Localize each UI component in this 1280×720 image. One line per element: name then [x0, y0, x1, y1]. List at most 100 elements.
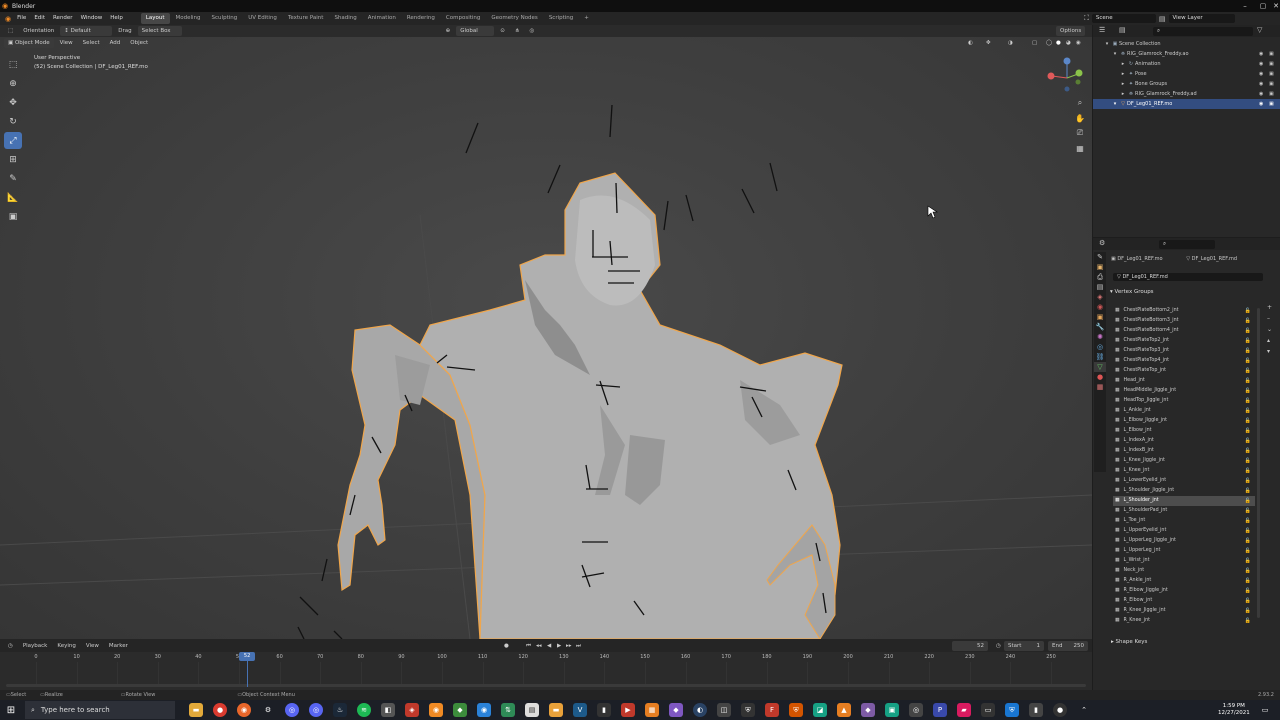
pivot-icon[interactable]: ⊙ [496, 26, 509, 36]
visual-studio-icon[interactable]: V [573, 703, 587, 717]
lock-icon[interactable]: 🔓 [1245, 306, 1251, 316]
vertex-group-item[interactable]: ▦ L_LowerEyelid_jnt 🔓 [1113, 476, 1255, 486]
ortho-grid-icon[interactable]: ▦ [1074, 142, 1086, 154]
outliner-row[interactable]: ▸ ✦ Pose ◉ ▣ [1093, 69, 1280, 79]
scene-tab-icon[interactable]: ◈ [1094, 292, 1106, 302]
app-round-icon[interactable]: ● [1053, 703, 1067, 717]
taskbar-clock[interactable]: 1:59 PM 12/27/2021 [1218, 703, 1250, 717]
properties-search-input[interactable]: ⌕ [1159, 239, 1215, 249]
visibility-eye-icon[interactable]: ◉ [1259, 99, 1263, 109]
options-dropdown[interactable]: Options [1056, 26, 1086, 36]
menu-object[interactable]: Object [126, 38, 152, 48]
timeline-editor-icon[interactable]: ◷ [4, 641, 17, 651]
visibility-eye-icon[interactable]: ◉ [1259, 79, 1263, 89]
world-tab-icon[interactable]: ◉ [1094, 302, 1106, 312]
vertex-group-item[interactable]: ▦ L_UpperEyelid_jnt 🔓 [1113, 526, 1255, 536]
app-monitor-icon[interactable]: ▭ [981, 703, 995, 717]
render-camera-icon[interactable]: ▣ [1269, 49, 1274, 59]
vertex-group-scrollbar[interactable] [1257, 308, 1260, 618]
tab-rendering[interactable]: Rendering [402, 13, 440, 24]
lock-icon[interactable]: 🔓 [1245, 426, 1251, 436]
expand-toggle-icon[interactable]: ▸ [1119, 69, 1127, 79]
outliner-search-input[interactable]: ⌕ [1153, 26, 1253, 36]
cursor-tool-icon[interactable]: ⬚ [4, 26, 17, 36]
tab-scripting[interactable]: Scripting [544, 13, 578, 24]
vertex-group-item[interactable]: ▦ L_UpperLeg_jnt 🔓 [1113, 546, 1255, 556]
vertex-group-item[interactable]: ▦ Neck_jnt 🔓 [1113, 566, 1255, 576]
vertex-group-item[interactable]: ▦ L_Shoulder_Jiggle_jnt 🔓 [1113, 486, 1255, 496]
zoom-icon[interactable]: ⌕ [1074, 97, 1086, 109]
menu-render[interactable]: Render [49, 12, 77, 25]
chat-app-icon[interactable]: ◎ [309, 703, 323, 717]
app-ring-icon[interactable]: ◎ [909, 703, 923, 717]
shape-keys-panel-title[interactable]: ▸ Shape Keys [1111, 639, 1147, 645]
outliner-editor-icon[interactable]: ☰ [1099, 26, 1105, 34]
lock-icon[interactable]: 🔓 [1245, 546, 1251, 556]
lock-icon[interactable]: 🔓 [1245, 496, 1251, 506]
lock-icon[interactable]: 🔓 [1245, 576, 1251, 586]
render-camera-icon[interactable]: ▣ [1269, 59, 1274, 69]
output-tab-icon[interactable]: ⎙ [1094, 272, 1106, 282]
vertex-group-item[interactable]: ▦ L_Elbow_jnt 🔓 [1113, 426, 1255, 436]
vertex-group-item[interactable]: ▦ R_Elbow_jnt 🔓 [1113, 596, 1255, 606]
xray-icon[interactable]: ▢ [1028, 38, 1041, 48]
lock-icon[interactable]: 🔓 [1245, 396, 1251, 406]
orientation-dropdown[interactable]: ↕ Default [60, 26, 113, 36]
timeline-menu-keying[interactable]: Keying [53, 641, 79, 651]
app-red-icon[interactable]: ● [213, 703, 227, 717]
app-violet-icon[interactable]: ◆ [861, 703, 875, 717]
app-dark-icon[interactable]: ◫ [717, 703, 731, 717]
app-teal-square-icon[interactable]: ▣ [885, 703, 899, 717]
spotify-icon[interactable]: ≋ [357, 703, 371, 717]
vertex-group-item[interactable]: ▦ L_ShoulderPad_jnt 🔓 [1113, 506, 1255, 516]
lock-icon[interactable]: 🔓 [1245, 606, 1251, 616]
lock-icon[interactable]: 🔓 [1245, 466, 1251, 476]
lock-icon[interactable]: 🔓 [1245, 486, 1251, 496]
app-gray-icon[interactable]: ◧ [381, 703, 395, 717]
lock-icon[interactable]: 🔓 [1245, 566, 1251, 576]
expand-toggle-icon[interactable]: ▾ [1111, 99, 1119, 109]
settings-icon[interactable]: ⚙ [261, 703, 275, 717]
rendered-shading-icon[interactable]: ◉ [1072, 38, 1085, 48]
tab-sculpting[interactable]: Sculpting [207, 13, 243, 24]
current-frame-field[interactable]: 52 [952, 640, 988, 651]
vertex-group-item[interactable]: ▦ L_Knee_Jiggle_jnt 🔓 [1113, 456, 1255, 466]
lock-icon[interactable]: 🔓 [1245, 436, 1251, 446]
lock-icon[interactable]: 🔓 [1245, 616, 1251, 626]
object-tab-icon[interactable]: ▣ [1094, 312, 1106, 322]
menu-view[interactable]: View [56, 38, 77, 48]
material-tab-icon[interactable]: ● [1094, 372, 1106, 382]
add-vertex-group-icon[interactable]: + [1267, 304, 1272, 311]
render-tab-icon[interactable]: ▣ [1094, 262, 1106, 272]
expand-toggle-icon[interactable]: ▾ [1111, 49, 1119, 59]
outliner-row[interactable]: ▾ ▣ Scene Collection [1093, 39, 1280, 49]
timeline-menu-playback[interactable]: Playback [19, 641, 52, 651]
outliner-row[interactable]: ▾ ⛯ RIG_Glamrock_Freddy.ao ◉ ▣ [1093, 49, 1280, 59]
vertex-group-item[interactable]: ▦ ChestPlateBottom3_jnt 🔓 [1113, 316, 1255, 326]
lock-icon[interactable]: 🔓 [1245, 336, 1251, 346]
outliner-row[interactable]: ▸ ↻ Animation ◉ ▣ [1093, 59, 1280, 69]
vertex-group-item[interactable]: ▦ R_Ankle_jnt 🔓 [1113, 576, 1255, 586]
display-mode-icon[interactable]: ▤ [1119, 26, 1126, 34]
stopwatch-icon[interactable]: ◷ [992, 641, 1005, 651]
lock-icon[interactable]: 🔓 [1245, 356, 1251, 366]
select-box-icon[interactable]: ⬚ [4, 56, 22, 73]
archive-icon[interactable]: ▦ [645, 703, 659, 717]
tab-geometry-nodes[interactable]: Geometry Nodes [486, 13, 542, 24]
vertex-group-item[interactable]: ▦ L_Toe_jnt 🔓 [1113, 516, 1255, 526]
timeline-menu-marker[interactable]: Marker [105, 641, 132, 651]
lock-icon[interactable]: 🔓 [1245, 316, 1251, 326]
vertex-group-item[interactable]: ▦ L_IndexB_jnt 🔓 [1113, 446, 1255, 456]
vertex-group-item[interactable]: ▦ L_Shoulder_jnt 🔓 [1113, 496, 1255, 506]
vertex-group-item[interactable]: ▦ L_IndexA_jnt 🔓 [1113, 436, 1255, 446]
drag-dropdown[interactable]: Select Box [137, 26, 182, 36]
outliner-row[interactable]: ▾ ▽ DF_Leg01_REF.mo ◉ ▣ [1093, 99, 1280, 109]
vertex-group-item[interactable]: ▦ L_Knee_jnt 🔓 [1113, 466, 1255, 476]
terminal-icon[interactable]: ▮ [597, 703, 611, 717]
vertex-group-item[interactable]: ▦ L_Ankle_jnt 🔓 [1113, 406, 1255, 416]
vertex-group-item[interactable]: ▦ ChestPlateTop3_jnt 🔓 [1113, 346, 1255, 356]
firefox-icon[interactable]: ◉ [237, 703, 251, 717]
render-camera-icon[interactable]: ▣ [1269, 89, 1274, 99]
navigation-gizmo[interactable] [1047, 57, 1083, 92]
menu-help[interactable]: Help [106, 12, 127, 25]
